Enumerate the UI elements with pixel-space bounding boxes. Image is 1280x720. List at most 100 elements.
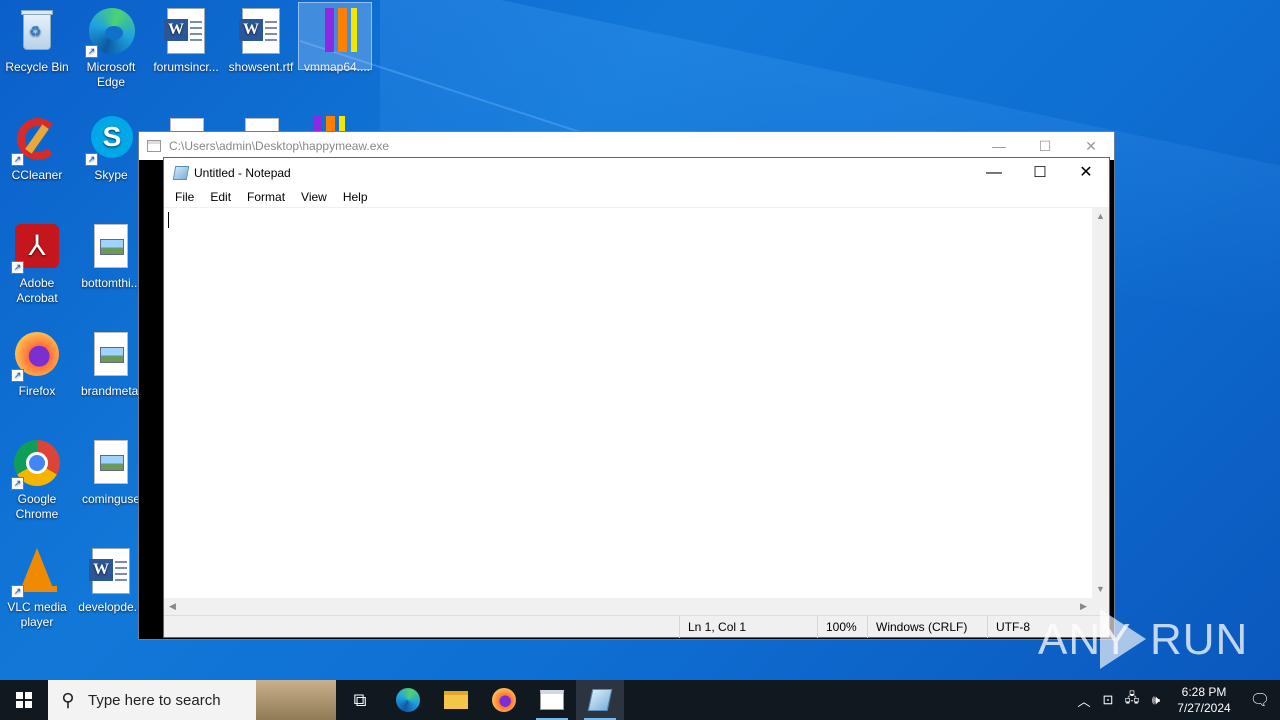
- network-icon[interactable]: 🖧: [1120, 689, 1144, 711]
- windows-logo-icon: [16, 692, 32, 708]
- minimize-button[interactable]: —: [976, 138, 1022, 154]
- taskbar-console[interactable]: [528, 680, 576, 720]
- desktop-icon-label: bottomthi...: [81, 276, 141, 290]
- menu-help[interactable]: Help: [335, 188, 376, 207]
- edge-icon: ↗: [85, 8, 135, 58]
- desktop-icon-skype[interactable]: S ↗ Skype: [74, 116, 148, 183]
- close-button[interactable]: ✕: [1068, 138, 1114, 155]
- desktop-icon-brandmetal[interactable]: brandmetal: [74, 332, 148, 399]
- image-file-icon: [87, 440, 135, 488]
- desktop-icon-microsoft-edge[interactable]: ↗ Microsoft Edge: [74, 8, 148, 90]
- notepad-titlebar[interactable]: Untitled - Notepad — ☐ ✕: [164, 158, 1109, 188]
- shortcut-arrow-icon: ↗: [11, 261, 24, 274]
- menu-format[interactable]: Format: [239, 188, 293, 207]
- adobe-acrobat-icon: ⅄ ↗: [11, 224, 61, 274]
- taskbar-notepad[interactable]: [576, 680, 624, 720]
- firefox-icon: [492, 688, 516, 712]
- edge-icon: [396, 688, 420, 712]
- skype-icon: S ↗: [85, 116, 135, 166]
- google-chrome-icon: ↗: [11, 440, 61, 490]
- menu-bar: File Edit Format View Help: [164, 188, 1109, 208]
- search-highlight-image: [256, 680, 336, 720]
- recycle-bin-icon: ♻: [13, 8, 61, 56]
- desktop-icon-cominguse[interactable]: cominguse: [74, 440, 148, 507]
- task-view-button[interactable]: ⧉: [336, 680, 384, 720]
- image-file-icon: [87, 332, 135, 380]
- desktop-icon-firefox[interactable]: ↗ Firefox: [0, 332, 74, 399]
- desktop: ♻ Recycle Bin ↗ CCleaner ⅄ ↗ Adobe Acrob…: [0, 0, 1280, 680]
- volume-icon[interactable]: 🕪: [1144, 692, 1168, 708]
- notepad-window[interactable]: Untitled - Notepad — ☐ ✕ File Edit Forma…: [163, 157, 1110, 638]
- notepad-icon: [587, 689, 613, 711]
- desktop-icon-vmmap64[interactable]: vmmap64....: [298, 2, 374, 75]
- word-document-icon: W: [162, 8, 210, 56]
- desktop-icon-vlc[interactable]: ↗ VLC media player: [0, 548, 74, 630]
- start-button[interactable]: [0, 680, 48, 720]
- firefox-icon: ↗: [11, 332, 61, 382]
- clock-date: 7/27/2024: [1177, 701, 1231, 715]
- status-zoom: 100%: [817, 616, 867, 638]
- scroll-down-icon[interactable]: ▼: [1092, 581, 1109, 598]
- desktop-icon-recycle-bin[interactable]: ♻ Recycle Bin: [0, 8, 74, 75]
- taskbar-file-explorer[interactable]: [432, 680, 480, 720]
- console-titlebar[interactable]: C:\Users\admin\Desktop\happymeaw.exe — ☐…: [139, 132, 1114, 160]
- desktop-icon-label: developde...: [78, 600, 144, 614]
- maximize-button[interactable]: ☐: [1017, 158, 1063, 188]
- scroll-left-icon[interactable]: ◀: [164, 598, 181, 615]
- taskbar: ⚲ Type here to search ⧉ ︿ ⊡ 🖧 🕪 6:28 PM …: [0, 680, 1280, 720]
- desktop-icon-label: showsent.rtf: [228, 60, 294, 74]
- vertical-scrollbar[interactable]: ▲ ▼: [1092, 208, 1109, 598]
- desktop-icon-forumsincr[interactable]: W forumsincr...: [149, 8, 223, 75]
- close-button[interactable]: ✕: [1063, 158, 1109, 188]
- hidden-vmmap-icon: [313, 116, 359, 132]
- shortcut-arrow-icon: ↗: [11, 153, 24, 166]
- taskbar-edge[interactable]: [384, 680, 432, 720]
- desktop-icon-label: VLC media player: [7, 600, 67, 629]
- search-placeholder: Type here to search: [88, 691, 221, 709]
- minimize-button[interactable]: —: [971, 158, 1017, 188]
- desktop-icon-label: Firefox: [18, 384, 56, 398]
- menu-file[interactable]: File: [167, 188, 202, 207]
- vmmap-icon: [313, 8, 361, 56]
- shortcut-arrow-icon: ↗: [11, 369, 24, 382]
- notepad-app-icon: [172, 166, 190, 180]
- console-app-icon: [147, 140, 161, 152]
- menu-view[interactable]: View: [293, 188, 335, 207]
- notification-center-icon[interactable]: 🗨: [1240, 690, 1280, 710]
- image-file-icon: [87, 224, 135, 272]
- scroll-up-icon[interactable]: ▲: [1092, 208, 1109, 225]
- desktop-icon-ccleaner[interactable]: ↗ CCleaner: [0, 116, 74, 183]
- maximize-button[interactable]: ☐: [1022, 138, 1068, 155]
- desktop-icon-label: Skype: [94, 168, 128, 182]
- desktop-icon-showsent[interactable]: W showsent.rtf: [224, 8, 298, 75]
- desktop-icon-label: Recycle Bin: [5, 60, 69, 74]
- clock[interactable]: 6:28 PM 7/27/2024: [1168, 684, 1240, 716]
- desktop-icon-adobe-acrobat[interactable]: ⅄ ↗ Adobe Acrobat: [0, 224, 74, 306]
- search-icon: ⚲: [61, 689, 75, 710]
- menu-edit[interactable]: Edit: [202, 188, 239, 207]
- taskbar-firefox[interactable]: [480, 680, 528, 720]
- folder-icon: [444, 691, 468, 709]
- desktop-icon-developde[interactable]: W developde...: [74, 548, 148, 615]
- status-cursor-position: Ln 1, Col 1: [679, 616, 817, 638]
- desktop-icon-label: brandmetal: [80, 384, 142, 398]
- shortcut-arrow-icon: ↗: [85, 153, 98, 166]
- desktop-icon-google-chrome[interactable]: ↗ Google Chrome: [0, 440, 74, 522]
- shortcut-arrow-icon: ↗: [11, 477, 24, 490]
- network-adapter-icon[interactable]: ⊡: [1096, 692, 1120, 708]
- ccleaner-icon: ↗: [11, 116, 61, 166]
- desktop-icon-label: Google Chrome: [15, 492, 59, 521]
- horizontal-scrollbar[interactable]: ◀ ▶: [164, 598, 1092, 615]
- desktop-icon-label: cominguse: [81, 492, 141, 506]
- console-title: C:\Users\admin\Desktop\happymeaw.exe: [169, 139, 390, 153]
- task-view-icon: ⧉: [353, 689, 367, 710]
- watermark-text-right: RUN: [1150, 615, 1249, 664]
- chevron-up-icon[interactable]: ︿: [1072, 691, 1096, 710]
- vlc-cone-icon: ↗: [11, 548, 61, 598]
- status-bar: Ln 1, Col 1 100% Windows (CRLF) UTF-8: [164, 615, 1109, 638]
- text-editor-area[interactable]: [164, 208, 1092, 598]
- anyrun-watermark: ANY RUN: [1038, 605, 1247, 675]
- desktop-icon-label: Microsoft Edge: [86, 60, 136, 89]
- desktop-icon-bottomthi[interactable]: bottomthi...: [74, 224, 148, 291]
- taskbar-search-box[interactable]: ⚲ Type here to search: [48, 680, 336, 720]
